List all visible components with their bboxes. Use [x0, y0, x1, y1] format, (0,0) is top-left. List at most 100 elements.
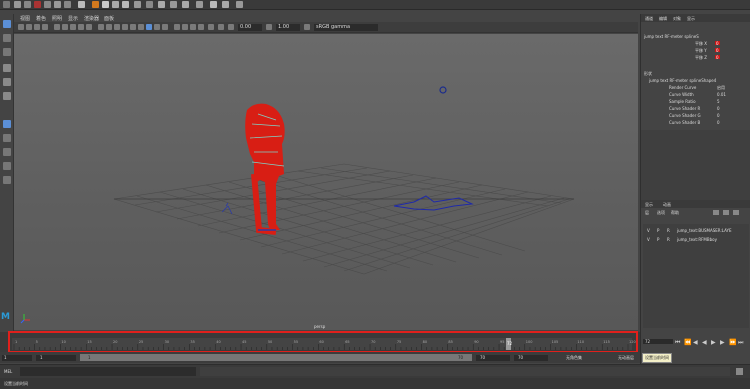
- mel-label[interactable]: MEL: [4, 369, 12, 374]
- play-icon[interactable]: ▶: [711, 339, 716, 346]
- shelf-icon[interactable]: [210, 1, 217, 8]
- shelf-icon[interactable]: [64, 1, 71, 8]
- layer-reference[interactable]: R: [667, 228, 670, 233]
- textured-icon[interactable]: [122, 24, 128, 30]
- shape-attr-value[interactable]: 启用: [717, 85, 725, 91]
- new-layer-icon[interactable]: [713, 210, 719, 215]
- motion-blur-icon[interactable]: [198, 24, 204, 30]
- wireframe-on-shaded-icon[interactable]: [114, 24, 120, 30]
- single-view-icon[interactable]: [3, 120, 11, 128]
- aa-icon[interactable]: [182, 24, 188, 30]
- lasso-tool-icon[interactable]: [3, 34, 11, 42]
- shelf-icon[interactable]: [112, 1, 119, 8]
- shelf-icon[interactable]: [122, 1, 129, 8]
- shape-attr-value[interactable]: 0: [717, 120, 720, 125]
- command-input[interactable]: [20, 367, 196, 376]
- layout-icon[interactable]: [3, 162, 11, 170]
- menu-show[interactable]: 显示: [68, 15, 78, 22]
- new-layer-selected-icon[interactable]: [723, 210, 729, 215]
- script-editor-icon[interactable]: [736, 368, 743, 375]
- tab-channels[interactable]: 通道: [645, 16, 653, 22]
- move-tool-icon[interactable]: [3, 64, 11, 72]
- menu-view[interactable]: 视图: [20, 15, 30, 22]
- isolate-icon[interactable]: [162, 24, 168, 30]
- shelf-icon[interactable]: [3, 1, 10, 8]
- gamma-field[interactable]: 1.00: [276, 24, 300, 31]
- layer-menu-options[interactable]: 选项: [657, 210, 665, 216]
- layout-icon[interactable]: [3, 148, 11, 156]
- image-plane-icon[interactable]: [42, 24, 48, 30]
- shelf-icon[interactable]: [24, 1, 31, 8]
- prev-key-icon[interactable]: ◀: [693, 339, 698, 346]
- menu-panels[interactable]: 面板: [104, 15, 114, 22]
- layer-menu-layers[interactable]: 层: [645, 210, 649, 216]
- shape-attr-value[interactable]: 5: [717, 99, 720, 104]
- shelf-icon[interactable]: [196, 1, 203, 8]
- gate-mask-icon[interactable]: [78, 24, 84, 30]
- four-view-icon[interactable]: [3, 134, 11, 142]
- go-start-icon[interactable]: ⏮: [675, 339, 680, 347]
- range-bar[interactable]: [80, 354, 472, 361]
- shadows-icon[interactable]: [138, 24, 144, 30]
- hud-icon[interactable]: [218, 24, 224, 30]
- shelf-icon[interactable]: [92, 1, 99, 8]
- ao-icon[interactable]: [174, 24, 180, 30]
- menu-lighting[interactable]: 照明: [52, 15, 62, 22]
- shelf-icon[interactable]: [54, 1, 61, 8]
- tab-object[interactable]: 对象: [673, 16, 681, 22]
- shelf-icon[interactable]: [222, 1, 229, 8]
- shelf-icon[interactable]: [134, 1, 141, 8]
- shelf-icon[interactable]: [44, 1, 51, 8]
- play-back-icon[interactable]: ◀: [702, 339, 707, 346]
- paint-tool-icon[interactable]: [3, 48, 11, 56]
- wireframe-icon[interactable]: [98, 24, 104, 30]
- step-forward-icon[interactable]: ⏩: [729, 339, 736, 346]
- layer-row[interactable]: V P R jump_text:BUSMASER:LAYE: [643, 227, 749, 234]
- color-space-dropdown[interactable]: sRGB gamma: [314, 24, 378, 31]
- layer-playback[interactable]: P: [657, 237, 659, 242]
- layout-icon[interactable]: [3, 176, 11, 184]
- layer-name[interactable]: jump_text:BUSMASER:LAYE: [677, 228, 732, 233]
- layer-row[interactable]: V P R jump_text:RFMBboy: [643, 236, 749, 243]
- smooth-shade-icon[interactable]: [106, 24, 112, 30]
- tab-anim-layers[interactable]: 动画: [663, 202, 671, 208]
- layer-menu-help[interactable]: 帮助: [671, 210, 679, 216]
- resolution-gate-icon[interactable]: [70, 24, 76, 30]
- step-back-icon[interactable]: ⏪: [684, 339, 691, 346]
- layer-playback[interactable]: P: [657, 228, 659, 233]
- shelf-icon[interactable]: [14, 1, 21, 8]
- film-gate-icon[interactable]: [62, 24, 68, 30]
- viewport-3d[interactable]: persp: [14, 34, 638, 330]
- exposure-icon[interactable]: [228, 24, 234, 30]
- xray-joints-icon[interactable]: [154, 24, 160, 30]
- next-key-icon[interactable]: ▶: [720, 339, 725, 346]
- layer-options-icon[interactable]: [733, 210, 739, 215]
- shelf-icon[interactable]: [236, 1, 243, 8]
- tab-show[interactable]: 显示: [687, 16, 695, 22]
- scale-tool-icon[interactable]: [3, 92, 11, 100]
- gamma-icon[interactable]: [266, 24, 272, 30]
- view-transform-icon[interactable]: [304, 24, 310, 30]
- shelf-icon[interactable]: [34, 1, 41, 8]
- shelf-icon[interactable]: [78, 1, 85, 8]
- exposure-field[interactable]: 0.00: [238, 24, 262, 31]
- go-end-icon[interactable]: ⏭: [738, 339, 743, 347]
- layer-reference[interactable]: R: [667, 237, 670, 242]
- shelf-icon[interactable]: [102, 1, 109, 8]
- layer-name[interactable]: jump_text:RFMBboy: [677, 237, 717, 242]
- grid-icon[interactable]: [54, 24, 60, 30]
- shelf-icon[interactable]: [170, 1, 177, 8]
- tab-display-layers[interactable]: 显示: [645, 202, 653, 208]
- camera-icon[interactable]: [18, 24, 24, 30]
- rotate-tool-icon[interactable]: [3, 78, 11, 86]
- dof-icon[interactable]: [190, 24, 196, 30]
- anim-layer-dropdown[interactable]: 无动画层: [618, 355, 634, 361]
- character-set-dropdown[interactable]: 无角色集: [566, 355, 582, 361]
- node-name[interactable]: jump text RF-meter splineS: [644, 34, 699, 39]
- isolate-select-icon[interactable]: [208, 24, 214, 30]
- xray-icon[interactable]: [146, 24, 152, 30]
- menu-shading[interactable]: 着色: [36, 15, 46, 22]
- shape-attr-value[interactable]: 0: [717, 113, 720, 118]
- layer-visible[interactable]: V: [647, 237, 650, 242]
- shelf-icon[interactable]: [182, 1, 189, 8]
